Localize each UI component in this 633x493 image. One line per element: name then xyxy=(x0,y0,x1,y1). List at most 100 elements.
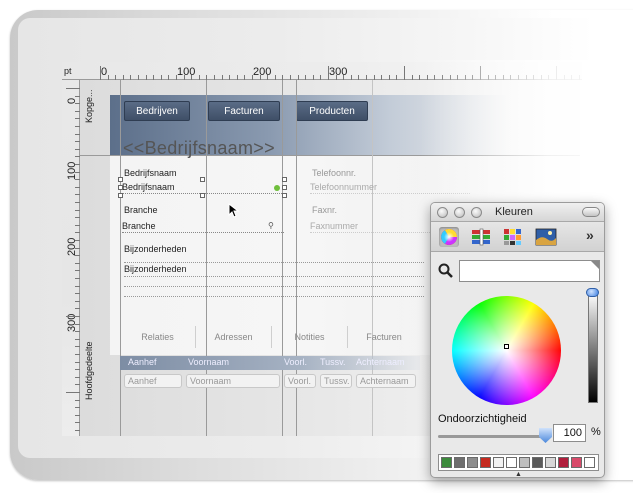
portal-field-voorl[interactable]: Voorl. xyxy=(284,374,316,388)
portal-header-voorl[interactable]: Voorl. xyxy=(284,357,307,367)
guide-line xyxy=(282,80,283,436)
panel-titlebar[interactable]: Kleuren xyxy=(431,203,604,222)
favorite-color-swatch[interactable] xyxy=(441,457,452,468)
selection-handle[interactable] xyxy=(282,185,287,190)
mouse-cursor-icon xyxy=(228,203,240,218)
panel-toolbar xyxy=(431,222,604,252)
opacity-label: Ondoorzichtigheid xyxy=(438,413,527,425)
label-bijzonderheden[interactable]: Bijzonderheden xyxy=(124,244,187,254)
portal-header-achternaam[interactable]: Achternaam xyxy=(356,357,405,367)
image-icon xyxy=(535,228,557,246)
zoom-button[interactable] xyxy=(471,207,482,218)
portal-field-achternaam[interactable]: Achternaam xyxy=(356,374,416,388)
ruler-top-label: 200 xyxy=(253,66,272,78)
color-wheel-tool[interactable] xyxy=(439,227,459,247)
ruler-unit[interactable]: pt xyxy=(64,66,72,76)
minimize-button[interactable] xyxy=(454,207,465,218)
favorite-color-swatch[interactable] xyxy=(519,457,530,468)
selection-handle[interactable] xyxy=(118,177,123,182)
ruler-tick xyxy=(100,66,101,80)
favorite-color-swatch[interactable] xyxy=(506,457,517,468)
sliders-icon xyxy=(472,228,490,246)
selection-handle[interactable] xyxy=(200,177,205,182)
nav-button-producten[interactable]: Producten xyxy=(296,101,368,121)
selection-handle[interactable] xyxy=(200,193,205,198)
field-bijzonderheden[interactable]: Bijzonderheden xyxy=(124,264,414,276)
field-faxnummer-text: Faxnummer xyxy=(310,221,359,231)
portal-header-voornaam[interactable]: Voornaam xyxy=(188,357,229,367)
favorite-color-swatch[interactable] xyxy=(467,457,478,468)
selection-handle[interactable] xyxy=(282,177,287,182)
field-badge-icon xyxy=(274,185,280,191)
selection-handle[interactable] xyxy=(118,193,123,198)
ruler-tick xyxy=(404,66,405,80)
opacity-knob[interactable] xyxy=(539,428,552,443)
color-favorites-bar[interactable] xyxy=(438,454,599,471)
tab-relaties[interactable]: Relaties xyxy=(120,326,196,348)
color-wheel-icon xyxy=(441,229,457,245)
field-bijzonderheden-text: Bijzonderheden xyxy=(124,264,187,274)
ruler-tick xyxy=(66,316,80,317)
dotted-line xyxy=(124,296,424,297)
current-color-swatch[interactable] xyxy=(459,260,600,282)
portal-header-aanhef[interactable]: Aanhef xyxy=(128,357,157,367)
body-part-label[interactable]: Hoofdgedeelte xyxy=(84,341,94,400)
label-telefoonnr[interactable]: Telefoonnr. xyxy=(312,168,356,178)
header-part-label[interactable]: Kopge... xyxy=(84,89,94,123)
tab-control: Relaties Adressen Notities Facturen xyxy=(120,326,420,348)
image-palettes-tool[interactable] xyxy=(535,227,557,247)
opacity-value-field[interactable]: 100 xyxy=(553,424,586,442)
favorite-color-swatch[interactable] xyxy=(480,457,491,468)
brightness-slider[interactable] xyxy=(588,292,598,403)
dotted-line xyxy=(124,262,424,263)
label-branche[interactable]: Branche xyxy=(124,205,158,215)
tab-facturen[interactable]: Facturen xyxy=(348,326,420,348)
favorite-color-swatch[interactable] xyxy=(545,457,556,468)
portal-field-voornaam[interactable]: Voornaam xyxy=(186,374,280,388)
portal-header-tussv[interactable]: Tussv. xyxy=(320,357,346,367)
field-branche-text: Branche xyxy=(122,221,156,231)
color-palettes-tool[interactable] xyxy=(503,227,523,247)
opacity-slider[interactable] xyxy=(438,435,546,438)
palette-grid-icon xyxy=(504,229,521,245)
field-branche[interactable]: Branche xyxy=(122,221,284,233)
brightness-knob[interactable] xyxy=(586,288,599,297)
selection-handle[interactable] xyxy=(282,193,287,198)
favorite-color-swatch[interactable] xyxy=(454,457,465,468)
ruler-top-label: 300 xyxy=(329,66,348,78)
tab-adressen[interactable]: Adressen xyxy=(196,326,272,348)
layout-title-field[interactable]: <<Bedrijfsnaam>> xyxy=(123,138,275,159)
color-wheel[interactable] xyxy=(452,296,561,405)
close-button[interactable] xyxy=(437,207,448,218)
label-bedrijfsnaam[interactable]: Bedrijfsnaam xyxy=(124,168,177,178)
tab-notities[interactable]: Notities xyxy=(272,326,348,348)
color-wheel-cursor[interactable] xyxy=(504,344,509,349)
nav-button-bedrijven[interactable]: Bedrijven xyxy=(124,101,190,121)
toolbar-toggle-button[interactable] xyxy=(582,207,600,217)
favorite-color-swatch[interactable] xyxy=(571,457,582,468)
resize-grip-icon[interactable]: ▲ xyxy=(515,471,522,477)
dotted-line xyxy=(124,286,424,287)
color-sliders-tool[interactable] xyxy=(471,227,491,247)
portal-field-aanhef[interactable]: Aanhef xyxy=(124,374,182,388)
opacity-unit: % xyxy=(591,426,601,438)
favorite-color-swatch[interactable] xyxy=(493,457,504,468)
dotted-line xyxy=(124,276,424,277)
ruler-tick xyxy=(328,66,329,80)
favorite-color-swatch[interactable] xyxy=(532,457,543,468)
ruler-top-label: 100 xyxy=(177,66,196,78)
magnifier-icon[interactable] xyxy=(438,263,454,279)
swatch-corner-icon xyxy=(591,261,599,269)
guide-line xyxy=(120,80,121,436)
label-faxnr[interactable]: Faxnr. xyxy=(312,205,337,215)
ruler-tick xyxy=(66,88,80,89)
colors-panel: Kleuren » Ondoorzichtigheid 100 % ▲ xyxy=(430,202,605,478)
dropdown-search-icon: ⚲ xyxy=(268,221,274,230)
more-tools-icon[interactable]: » xyxy=(586,227,594,243)
selection-handle[interactable] xyxy=(118,185,123,190)
favorite-color-swatch[interactable] xyxy=(558,457,569,468)
favorite-color-swatch[interactable] xyxy=(584,457,595,468)
nav-button-facturen[interactable]: Facturen xyxy=(208,101,280,121)
panel-title: Kleuren xyxy=(495,206,533,218)
portal-field-tussv[interactable]: Tussv. xyxy=(320,374,352,388)
